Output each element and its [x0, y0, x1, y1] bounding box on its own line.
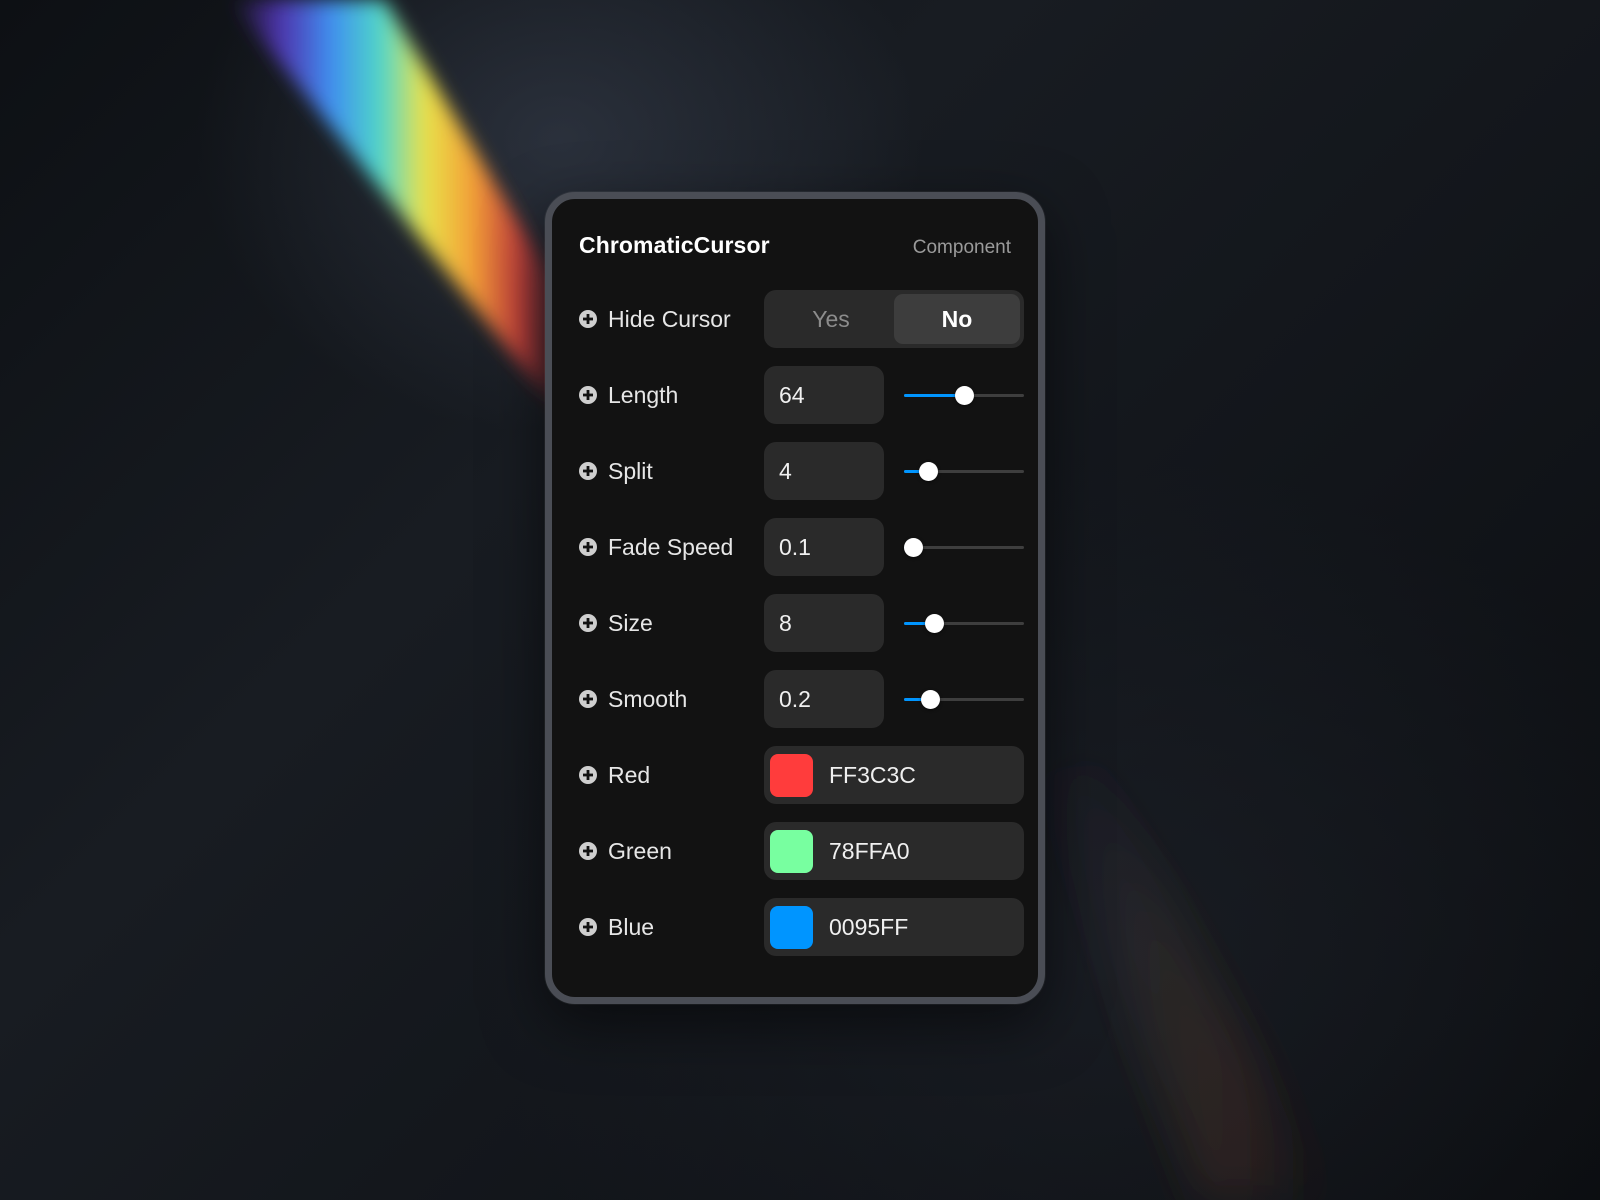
row-split: Split 4 [579, 442, 1024, 500]
green-hex-value[interactable]: 78FFA0 [829, 838, 910, 865]
length-input[interactable]: 64 [764, 366, 884, 424]
row-hide-cursor: Hide Cursor Yes No [579, 290, 1024, 348]
size-label-group: Size [579, 594, 653, 652]
hide-cursor-yes-option[interactable]: Yes [768, 294, 894, 344]
slider-thumb[interactable] [921, 690, 941, 709]
blue-color-field[interactable]: 0095FF [764, 898, 1024, 956]
blue-label: Blue [608, 913, 655, 940]
blue-label-group: Blue [579, 898, 654, 956]
plus-circle-icon[interactable] [579, 386, 597, 404]
row-red: Red FF3C3C [579, 746, 1024, 804]
fade-speed-input[interactable]: 0.1 [764, 518, 884, 576]
length-slider[interactable] [904, 366, 1024, 424]
red-color-swatch[interactable] [770, 753, 813, 797]
plus-circle-icon[interactable] [579, 310, 597, 328]
size-label: Size [608, 609, 653, 636]
fade-speed-label-group: Fade Speed [579, 518, 733, 576]
row-size: Size 8 [579, 594, 1024, 652]
hide-cursor-no-option[interactable]: No [894, 294, 1020, 344]
plus-circle-icon[interactable] [579, 842, 597, 860]
green-label: Green [608, 837, 672, 864]
red-color-field[interactable]: FF3C3C [764, 746, 1024, 804]
blue-hex-value[interactable]: 0095FF [829, 914, 908, 941]
red-label: Red [608, 761, 651, 788]
size-input[interactable]: 8 [764, 594, 884, 652]
fade-speed-slider[interactable] [904, 518, 1024, 576]
size-slider[interactable] [904, 594, 1024, 652]
hide-cursor-label: Hide Cursor [608, 305, 731, 332]
plus-circle-icon[interactable] [579, 538, 597, 556]
panel-subtitle: Component [912, 237, 1011, 258]
split-input[interactable]: 4 [764, 442, 884, 500]
red-hex-value[interactable]: FF3C3C [829, 762, 916, 789]
green-color-field[interactable]: 78FFA0 [764, 822, 1024, 880]
hide-cursor-label-group: Hide Cursor [579, 290, 731, 348]
slider-thumb[interactable] [925, 614, 944, 633]
plus-circle-icon[interactable] [579, 462, 597, 480]
blue-color-swatch[interactable] [770, 905, 813, 949]
plus-circle-icon[interactable] [579, 766, 597, 784]
slider-thumb[interactable] [919, 462, 938, 481]
component-panel: ChromaticCursor Component Hide Cursor Ye… [545, 192, 1045, 1004]
row-smooth: Smooth 0.2 [579, 670, 1024, 728]
length-label-group: Length [579, 366, 678, 424]
split-slider[interactable] [904, 442, 1024, 500]
row-length: Length 64 [579, 366, 1024, 424]
plus-circle-icon[interactable] [579, 918, 597, 936]
plus-circle-icon[interactable] [579, 614, 597, 632]
smooth-label-group: Smooth [579, 670, 687, 728]
split-label-group: Split [579, 442, 653, 500]
split-label: Split [608, 457, 653, 484]
plus-circle-icon[interactable] [579, 690, 597, 708]
green-label-group: Green [579, 822, 672, 880]
smooth-label: Smooth [608, 685, 688, 712]
green-color-swatch[interactable] [770, 829, 813, 873]
panel-header: ChromaticCursor Component [579, 232, 1011, 266]
hide-cursor-toggle[interactable]: Yes No [764, 290, 1024, 348]
row-fade-speed: Fade Speed 0.1 [579, 518, 1024, 576]
length-label: Length [608, 381, 679, 408]
smooth-input[interactable]: 0.2 [764, 670, 884, 728]
row-blue: Blue 0095FF [579, 898, 1024, 956]
slider-thumb[interactable] [904, 538, 923, 557]
slider-thumb[interactable] [955, 386, 974, 405]
fade-speed-label: Fade Speed [608, 533, 734, 560]
smooth-slider[interactable] [904, 670, 1024, 728]
red-label-group: Red [579, 746, 650, 804]
row-green: Green 78FFA0 [579, 822, 1024, 880]
panel-title: ChromaticCursor [579, 232, 770, 258]
